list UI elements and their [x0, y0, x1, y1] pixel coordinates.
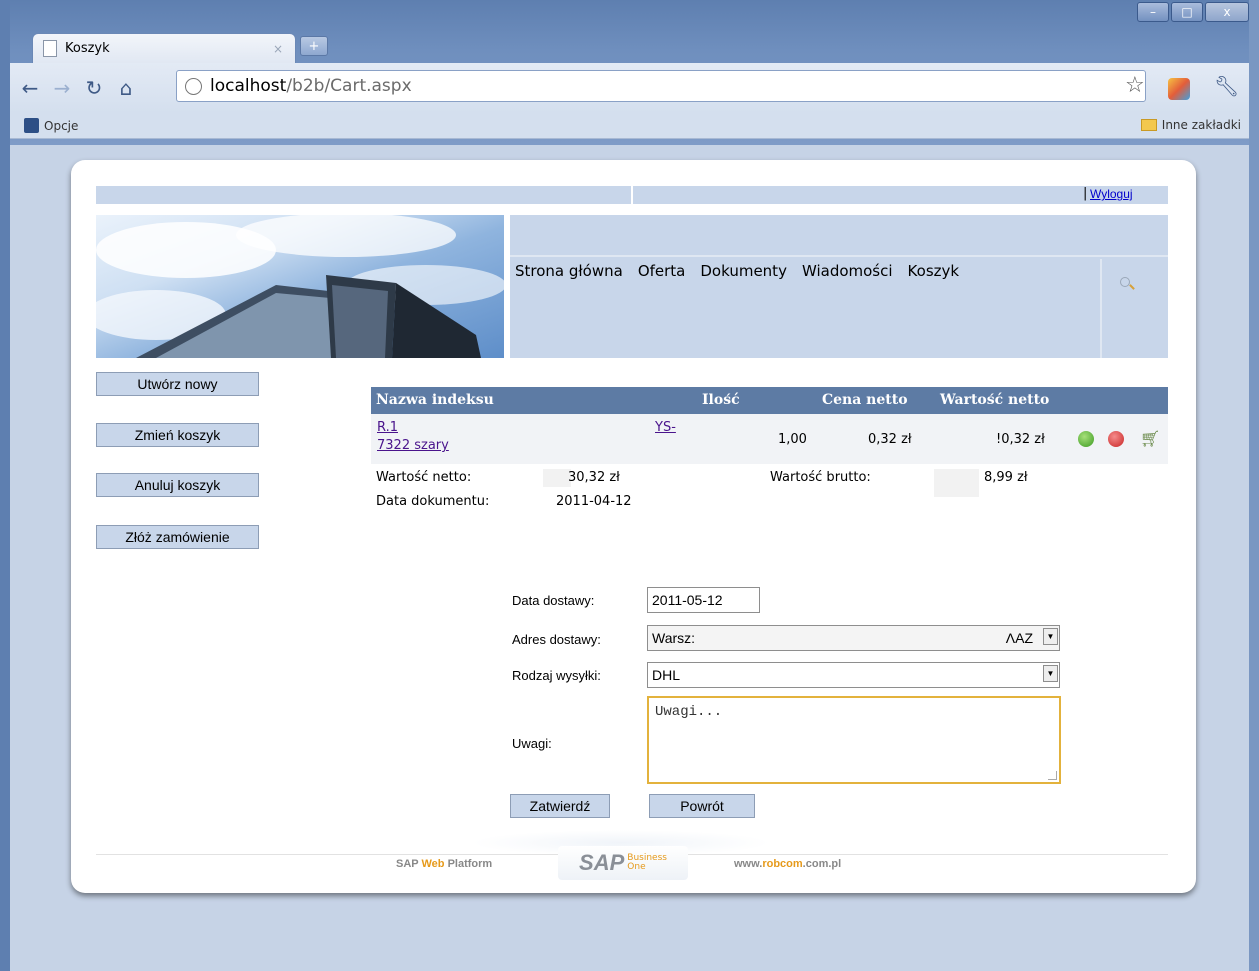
footer-website[interactable]: www.robcom.com.pl — [734, 858, 841, 870]
new-tab-button[interactable]: + — [300, 36, 328, 56]
notes-label: Uwagi: — [512, 736, 552, 751]
search-icon[interactable] — [1120, 277, 1130, 287]
other-bookmarks[interactable]: Inne zakładki — [1140, 118, 1241, 132]
browser-toolbar: ← → ↻ ⌂ localhost/b2b/Cart.aspx ☆ 🔧︎ — [10, 63, 1249, 113]
shipping-value: DHL — [652, 667, 681, 683]
cancel-cart-button[interactable]: Anuluj koszyk — [96, 473, 259, 497]
net-total-value: 30,32 zł — [568, 470, 620, 485]
tab-title: Koszyk — [65, 41, 110, 56]
nav-divider — [1100, 259, 1102, 358]
redacted-area — [934, 469, 979, 497]
window-frame-right — [1249, 0, 1259, 971]
nav-item-documents[interactable]: Dokumenty — [700, 262, 787, 280]
nav-item-cart[interactable]: Koszyk — [908, 262, 960, 280]
increase-qty-icon[interactable] — [1078, 431, 1094, 447]
document-date-label: Data dokumentu: — [376, 494, 490, 509]
reload-icon[interactable]: ↻ — [82, 76, 106, 100]
browser-tab[interactable]: Koszyk × — [32, 33, 296, 63]
nav-menu: Strona główna Oferta Dokumenty Wiadomośc… — [515, 262, 959, 280]
maximize-button[interactable]: □ — [1171, 2, 1203, 22]
shipping-type-select[interactable]: DHL ▼ — [647, 662, 1060, 688]
chevron-down-icon[interactable]: ▼ — [1043, 628, 1058, 645]
nav-top-strip — [510, 215, 1168, 257]
top-bar-right — [633, 186, 1168, 204]
window-frame-left — [0, 0, 10, 971]
home-icon[interactable]: ⌂ — [114, 76, 138, 100]
window-controls: – □ x — [1137, 2, 1249, 22]
delivery-date-label: Data dostawy: — [512, 593, 595, 608]
delivery-address-select[interactable]: Warsz: ΛAZ ▼ — [647, 625, 1060, 651]
wrench-icon[interactable]: 🔧︎ — [1214, 74, 1239, 98]
back-icon[interactable]: ← — [18, 76, 42, 100]
column-header-price: Cena netto — [822, 392, 908, 408]
globe-icon — [185, 77, 202, 95]
forward-icon[interactable]: → — [50, 76, 74, 100]
index-link[interactable]: R.1 — [377, 420, 398, 435]
cart-table: Nazwa indeksu Ilość Cena netto Wartość n… — [371, 387, 1168, 464]
back-button[interactable]: Powrót — [649, 794, 755, 818]
column-header-value: Wartość netto — [940, 392, 1050, 408]
notes-textarea[interactable]: Uwagi... — [647, 696, 1061, 784]
main-navigation: Strona główna Oferta Dokumenty Wiadomośc… — [510, 215, 1168, 358]
url-host: localhost — [210, 76, 287, 96]
top-bar-left — [96, 186, 631, 204]
redacted-area — [543, 469, 571, 487]
folder-icon — [1140, 119, 1157, 131]
column-header-name: Nazwa indeksu — [376, 392, 494, 408]
sap-logo-text: SAP — [579, 850, 625, 875]
minimize-button[interactable]: – — [1137, 2, 1169, 22]
chevron-down-icon[interactable]: ▼ — [1043, 665, 1058, 682]
wrench-icon — [24, 118, 39, 133]
price-value: 0,32 zł — [868, 432, 912, 447]
bookmark-label: Opcje — [44, 118, 79, 133]
column-header-qty: Ilość — [702, 392, 740, 408]
submit-button[interactable]: Zatwierdź — [510, 794, 610, 818]
delivery-address-label: Adres dostawy: — [512, 632, 601, 647]
sap-logo-sub: Business One — [627, 853, 667, 872]
close-window-button[interactable]: x — [1205, 2, 1249, 22]
url-path: /b2b/Cart.aspx — [286, 76, 412, 96]
sap-logo: SAP Business One — [558, 846, 688, 880]
document-date-value: 2011-04-12 — [556, 494, 632, 509]
address-bar[interactable]: localhost/b2b/Cart.aspx — [176, 70, 1146, 102]
table-row: R.1 7322 szary YS- 1,00 0,32 zł !0,32 zł… — [371, 414, 1168, 464]
gross-total-value: 8,99 zł — [984, 470, 1028, 485]
qty-value: 1,00 — [778, 432, 807, 447]
tab-close-icon[interactable]: × — [273, 42, 283, 56]
shipping-type-label: Rodzaj wysyłki: — [512, 668, 601, 683]
address-value: Warsz: — [652, 630, 696, 646]
bookmark-opcje[interactable]: Opcje — [24, 118, 78, 133]
footer-platform-text: SAP Web Platform — [396, 858, 493, 870]
place-order-button[interactable]: Złóż zamówienie — [96, 525, 259, 549]
net-value: !0,32 zł — [996, 432, 1045, 447]
change-cart-button[interactable]: Zmień koszyk — [96, 423, 259, 447]
other-bookmarks-label: Inne zakładki — [1161, 118, 1241, 132]
index-name-link[interactable]: 7322 szary — [377, 438, 449, 453]
page-container: | Wyloguj Strona główna Oferta Dokumenty… — [71, 160, 1196, 893]
cart-icon[interactable]: 🛒︎ — [1140, 429, 1160, 448]
address-value-end: ΛAZ — [1005, 630, 1033, 646]
logout-link[interactable]: Wyloguj — [1090, 187, 1133, 201]
page-icon — [43, 40, 57, 57]
nav-item-offer[interactable]: Oferta — [638, 262, 686, 280]
nav-item-home[interactable]: Strona główna — [515, 262, 623, 280]
header-banner-image — [96, 215, 504, 358]
index-code-link[interactable]: YS- — [655, 420, 676, 435]
bookmarks-bar: Opcje Inne zakładki — [10, 113, 1249, 139]
cart-table-header: Nazwa indeksu Ilość Cena netto Wartość n… — [371, 387, 1168, 414]
resize-grip-icon[interactable] — [1048, 771, 1057, 780]
delivery-date-input[interactable]: 2011-05-12 — [647, 587, 760, 613]
create-new-button[interactable]: Utwórz nowy — [96, 372, 259, 396]
bookmark-star-icon[interactable]: ☆ — [1125, 73, 1145, 98]
remove-item-icon[interactable] — [1108, 431, 1124, 447]
extension-icon[interactable] — [1168, 78, 1190, 100]
logout-separator: | — [1083, 186, 1088, 201]
net-total-label: Wartość netto: — [376, 470, 472, 485]
nav-item-messages[interactable]: Wiadomości — [802, 262, 893, 280]
gross-total-label: Wartość brutto: — [770, 470, 871, 485]
notes-value: Uwagi... — [655, 704, 723, 720]
